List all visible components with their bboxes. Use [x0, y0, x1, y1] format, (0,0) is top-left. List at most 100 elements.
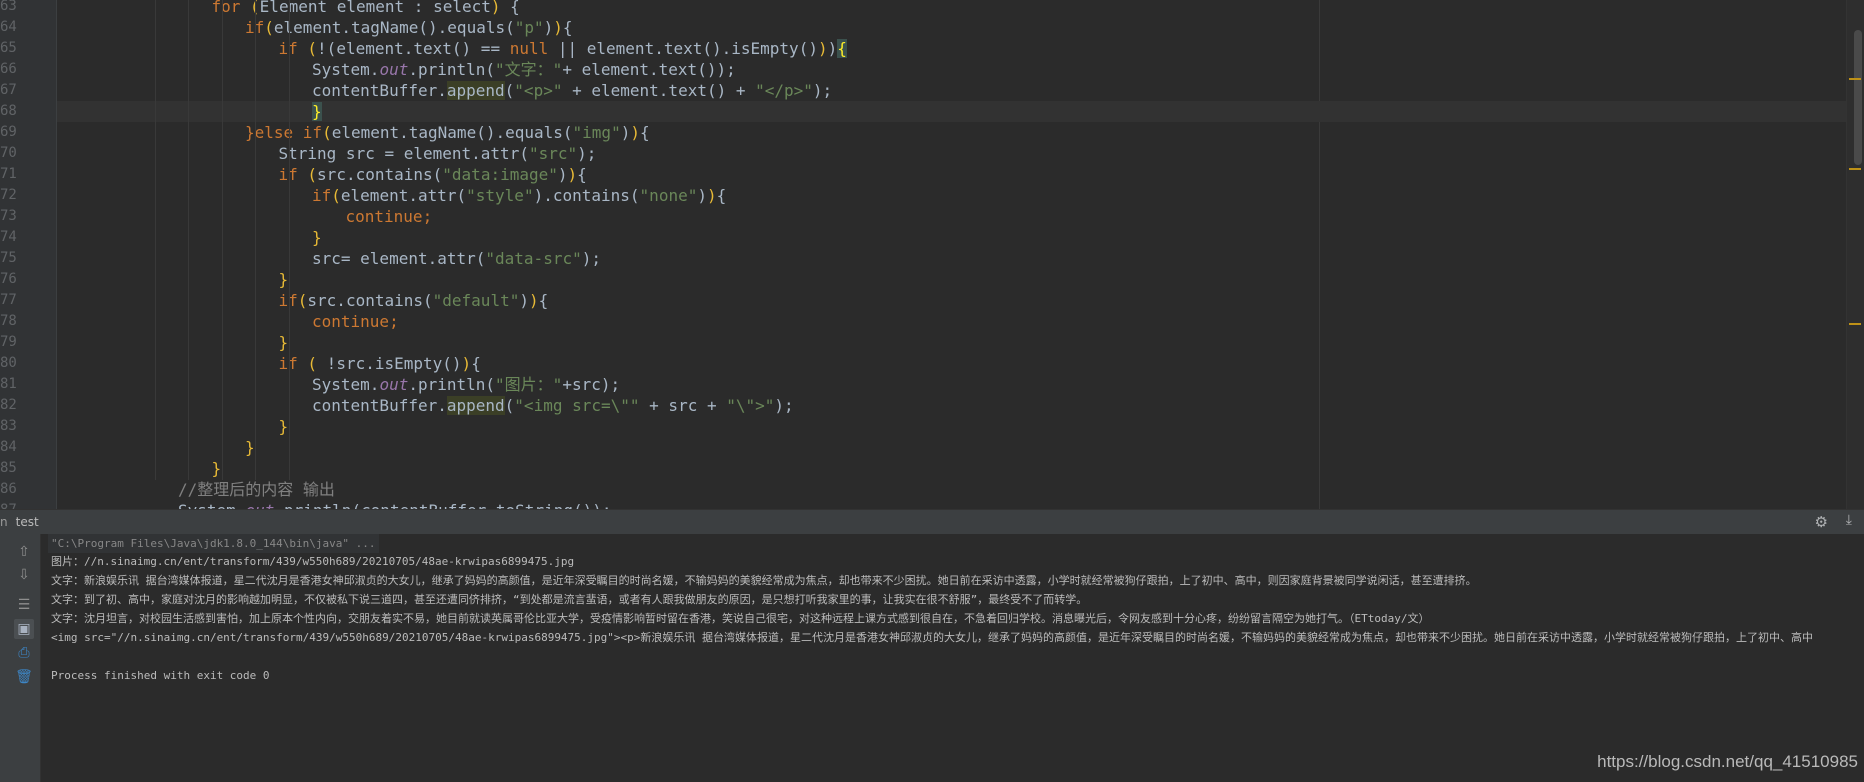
code-token: || element.text().isEmpty(): [548, 39, 818, 58]
code-area[interactable]: for (Element element : select) {if(eleme…: [57, 0, 1864, 509]
code-line[interactable]: if(src.contains("default")){: [57, 290, 1864, 311]
down-icon[interactable]: ⇩: [14, 565, 34, 585]
code-token: element.tagName().equals(: [273, 18, 515, 37]
code-line[interactable]: }: [57, 332, 1864, 353]
line-number[interactable]: 66: [0, 59, 17, 80]
code-line[interactable]: if (src.contains("data:image")){: [57, 164, 1864, 185]
code-line[interactable]: if(element.tagName().equals("p")){: [57, 17, 1864, 38]
code-token: String src = element.attr(: [278, 144, 529, 163]
warning-marker[interactable]: [1849, 168, 1861, 170]
code-token: out: [245, 501, 274, 509]
code-line[interactable]: }: [57, 101, 1864, 122]
code-token: "图片：": [495, 375, 563, 394]
code-editor[interactable]: 63 64 65 66 67 68 69 70 71 72 73 74 75 76 77 78 79 80 81 82…: [0, 0, 1864, 509]
code-token: src= element.attr(: [312, 249, 486, 268]
code-token: src.contains(: [307, 291, 433, 310]
code-token: contentBuffer.: [312, 81, 447, 100]
code-line[interactable]: }: [57, 269, 1864, 290]
scrollbar-thumb[interactable]: [1854, 30, 1862, 165]
line-number[interactable]: 68: [0, 101, 17, 122]
code-token: ): [817, 39, 828, 58]
line-number[interactable]: 71: [0, 164, 17, 185]
run-panel-title: n test: [0, 515, 39, 529]
code-line[interactable]: System.out.println("图片："+src);: [57, 374, 1864, 395]
print-icon[interactable]: ⎙: [14, 643, 34, 663]
scroll-to-end-icon[interactable]: ▣: [14, 619, 34, 639]
code-token: ): [827, 39, 838, 58]
line-number[interactable]: 86: [0, 479, 17, 500]
code-line[interactable]: System.out.println(contentBuffer.toStrin…: [57, 500, 1864, 509]
code-line[interactable]: continue;: [57, 206, 1864, 227]
line-number[interactable]: 67: [0, 80, 17, 101]
line-number[interactable]: 77: [0, 290, 17, 311]
line-number[interactable]: 75: [0, 248, 17, 269]
code-token: {: [500, 0, 520, 16]
line-number[interactable]: 82: [0, 395, 17, 416]
line-number[interactable]: 72: [0, 185, 17, 206]
line-number-gutter: 63 64 65 66 67 68 69 70 71 72 73 74 75 76 77 78 79 80 81 82…: [0, 0, 57, 509]
code-line[interactable]: }: [57, 458, 1864, 479]
code-token: "<img src=\"": [514, 396, 640, 415]
line-number[interactable]: 81: [0, 374, 17, 395]
code-line[interactable]: contentBuffer.append("<p>" + element.tex…: [57, 80, 1864, 101]
minimize-icon[interactable]: ⤓: [1846, 512, 1852, 528]
code-token: out: [379, 60, 409, 79]
console-output[interactable]: "C:\Program Files\Java\jdk1.8.0_144\bin\…: [41, 534, 1864, 782]
line-number[interactable]: 64: [0, 17, 17, 38]
code-token: }: [278, 270, 289, 289]
code-token: if: [278, 354, 308, 373]
line-number[interactable]: 78: [0, 311, 17, 332]
code-line[interactable]: continue;: [57, 311, 1864, 332]
code-token: Element element : select: [259, 0, 491, 16]
code-token: {: [562, 18, 573, 37]
code-token: System.: [312, 60, 380, 79]
line-number[interactable]: 84: [0, 437, 17, 458]
console-command-line: "C:\Program Files\Java\jdk1.8.0_144\bin\…: [48, 534, 379, 553]
editor-scrollbar[interactable]: [1846, 0, 1864, 509]
code-token: (: [297, 291, 308, 310]
code-token: }: [211, 459, 222, 478]
code-line[interactable]: }: [57, 437, 1864, 458]
code-line[interactable]: //整理后的内容 输出: [57, 479, 1864, 500]
line-number[interactable]: 69: [0, 122, 17, 143]
code-line[interactable]: }: [57, 227, 1864, 248]
code-line[interactable]: for (Element element : select) {: [57, 0, 1864, 17]
code-line[interactable]: String src = element.attr("src");: [57, 143, 1864, 164]
code-token: ): [567, 165, 578, 184]
code-token: + element.text() +: [562, 81, 756, 100]
code-line[interactable]: if ( !src.isEmpty()){: [57, 353, 1864, 374]
code-token: (: [331, 186, 341, 205]
line-number[interactable]: 74: [0, 227, 17, 248]
line-number[interactable]: 65: [0, 38, 17, 59]
line-number[interactable]: 73: [0, 206, 17, 227]
code-line[interactable]: if(element.attr("style").contains("none"…: [57, 185, 1864, 206]
clear-trash-icon[interactable]: 🗑: [14, 667, 34, 687]
line-number[interactable]: 76: [0, 269, 17, 290]
indent-guide: [288, 0, 290, 480]
gear-icon[interactable]: ⚙: [1815, 513, 1828, 531]
code-line[interactable]: if (!(element.text() == null || element.…: [57, 38, 1864, 59]
warning-marker[interactable]: [1849, 323, 1861, 325]
code-token: ): [557, 165, 568, 184]
code-token: "src": [528, 144, 578, 163]
code-token: {: [716, 186, 727, 205]
code-line[interactable]: }: [57, 416, 1864, 437]
code-line[interactable]: src= element.attr("data-src");: [57, 248, 1864, 269]
run-tab-test[interactable]: test: [16, 515, 39, 529]
line-number[interactable]: 63: [0, 0, 17, 17]
line-number[interactable]: 87: [0, 500, 17, 509]
rerun-up-icon[interactable]: ⇧: [14, 542, 34, 562]
warning-marker[interactable]: [1849, 78, 1861, 80]
line-number[interactable]: 85: [0, 458, 17, 479]
console-line: 文字：到了初、高中，家庭对沈月的影响越加明显，不仅被私下说三道四，甚至还遭同侪排…: [51, 593, 1088, 606]
line-number[interactable]: 79: [0, 332, 17, 353]
code-token: .println(: [408, 60, 496, 79]
code-line[interactable]: }else if(element.tagName().equals("img")…: [57, 122, 1864, 143]
line-number[interactable]: 80: [0, 353, 17, 374]
code-line[interactable]: System.out.println("文字："+ element.text()…: [57, 59, 1864, 80]
code-line[interactable]: contentBuffer.append("<img src=\"" + src…: [57, 395, 1864, 416]
line-number[interactable]: 83: [0, 416, 17, 437]
console-line: 图片：//n.sinaimg.cn/ent/transform/439/w550…: [51, 555, 575, 568]
line-number[interactable]: 70: [0, 143, 17, 164]
soft-wrap-icon[interactable]: ☰: [14, 595, 34, 615]
